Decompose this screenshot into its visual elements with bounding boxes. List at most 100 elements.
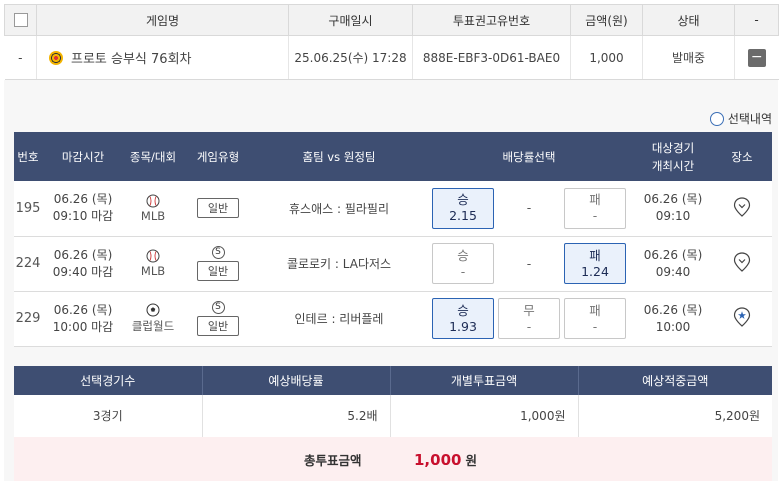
match-odds: 승 2.15 - 패-: [424, 181, 634, 237]
col-selected-count: 선택경기수: [14, 366, 202, 395]
match-sport: 클럽월드: [124, 291, 182, 347]
col-game-name: 게임명: [36, 4, 289, 36]
odd-draw-label: 무: [523, 302, 535, 318]
match-table-header: 번호 마감시간 종목/대회 게임유형 홈팀 vs 원정팀 배당률선택 대상경기 개…: [14, 132, 772, 181]
deadline-time: 09:10 마감: [52, 209, 114, 224]
match-sport: MLB: [124, 236, 182, 292]
deadline-date: 06.26 (목): [53, 247, 113, 262]
ticket-index: -: [4, 35, 37, 80]
col-deadline: 마감시간: [42, 132, 124, 181]
odd-draw-value: -: [526, 200, 532, 216]
col-target-time: 대상경기 개최시간: [634, 132, 712, 181]
proto-logo-icon: [49, 50, 63, 65]
match-no: 224: [14, 236, 42, 292]
match-row: 224 06.26 (목) 09:40 마감 MLB S 일반 콜로로키 : LA다…: [14, 236, 772, 292]
summary-header: 선택경기수 예상배당률 개별투표금액 예상적중금액: [14, 366, 772, 395]
odd-win-value: 1.93: [449, 318, 477, 334]
location-pin-star-icon[interactable]: [733, 307, 751, 327]
sport-label: MLB: [140, 208, 166, 223]
col-status: 상태: [642, 4, 735, 36]
ticket-purchase-time: 25.06.25(수) 17:28: [288, 35, 413, 80]
expected-payout: 5,200원: [577, 395, 772, 438]
summary-row: 3경기 5.2배 1,000원 5,200원: [14, 395, 772, 438]
odd-lose-label: 패: [589, 302, 601, 318]
odd-lose-value: 1.24: [581, 263, 609, 279]
ticket-detail-panel: 선택내역 번호 마감시간 종목/대회 게임유형 홈팀 vs 원정팀 배당률선택 …: [4, 80, 778, 481]
match-teams: 인테르 : 리버플레: [254, 291, 424, 347]
target-hour: 09:40: [655, 264, 691, 279]
col-target-line2: 개최시간: [651, 158, 695, 173]
ticket-row: - 프로토 승부식 76회차 25.06.25(수) 17:28 888E-EB…: [4, 35, 779, 80]
total-amount-value: 1,000: [414, 450, 462, 469]
deadline-time: 09:40 마감: [52, 264, 114, 279]
match-type: S 일반: [182, 291, 254, 347]
target-hour: 10:00: [655, 319, 691, 334]
match-row: 229 06.26 (목) 10:00 마감 클럽월드 S 일반 인테르 : 리버플…: [14, 291, 772, 347]
odd-win-button[interactable]: 승-: [432, 243, 494, 284]
odd-draw-empty: -: [498, 188, 560, 229]
col-bet-amount: 개별투표금액: [389, 366, 578, 395]
match-type: 일반: [182, 181, 254, 237]
match-deadline: 06.26 (목) 09:40 마감: [42, 236, 124, 292]
odd-lose-button[interactable]: 패 1.24: [564, 243, 626, 284]
col-sport: 종목/대회: [124, 132, 182, 181]
odd-lose-value: -: [592, 208, 598, 224]
col-action: -: [734, 4, 779, 36]
ticket-amount: 1,000: [570, 35, 643, 80]
bet-amount: 1,000원: [389, 395, 578, 438]
odd-draw-value: -: [526, 255, 532, 271]
match-odds: 승- - 패 1.24: [424, 236, 634, 292]
col-venue: 장소: [712, 132, 772, 181]
game-type-badge: 일반: [196, 261, 240, 281]
collapse-button[interactable]: −: [747, 48, 766, 67]
match-row: 195 06.26 (목) 09:10 마감 MLB 일반 휴스애스 : 필라필리…: [14, 181, 772, 237]
col-expected-odds: 예상배당률: [201, 366, 390, 395]
target-hour: 09:10: [655, 209, 691, 224]
odd-draw-value: -: [526, 318, 532, 334]
deadline-date: 06.26 (목): [53, 302, 113, 317]
odd-win-button[interactable]: 승 2.15: [432, 187, 494, 229]
location-pin-icon[interactable]: [733, 252, 751, 272]
odd-lose-button[interactable]: 패-: [564, 298, 626, 339]
match-deadline: 06.26 (목) 10:00 마감: [42, 291, 124, 347]
col-no: 번호: [14, 132, 42, 181]
match-teams: 콜로로키 : LA다저스: [254, 236, 424, 292]
soccer-ball-icon: [146, 303, 160, 317]
total-bet-row: 총투표금액 1,000 원: [14, 437, 772, 481]
match-target-time: 06.26 (목) 09:40: [634, 236, 712, 292]
odd-win-value: 2.15: [449, 208, 477, 224]
total-bet-amount: 1,000 원: [414, 450, 477, 469]
match-venue: [712, 236, 772, 292]
game-type-badge: 일반: [196, 198, 240, 219]
odd-lose-button[interactable]: 패-: [564, 187, 626, 229]
match-odds: 승 1.93 무- 패-: [424, 291, 634, 347]
target-date: 06.26 (목): [643, 302, 703, 317]
game-type-badge: 일반: [196, 316, 240, 336]
col-expected-payout: 예상적중금액: [577, 366, 772, 395]
location-pin-icon[interactable]: [733, 197, 751, 217]
odd-lose-label: 패: [589, 247, 601, 263]
ticket-table: 게임명 구매일시 투표권고유번호 금액(원) 상태 - - 프로토 승부식 76…: [4, 4, 779, 80]
odd-win-value: -: [460, 263, 466, 279]
odd-draw-button[interactable]: 무-: [498, 298, 560, 339]
selected-count: 3경기: [14, 395, 202, 438]
radio-circle-icon[interactable]: [709, 111, 724, 126]
odd-win-label: 승: [457, 302, 469, 318]
select-history-label: 선택내역: [727, 112, 772, 126]
odd-win-button[interactable]: 승 1.93: [432, 298, 494, 339]
col-ticket-id: 투표권고유번호: [412, 4, 571, 36]
target-date: 06.26 (목): [643, 247, 703, 262]
game-name-text: 프로토 승부식 76회차: [71, 52, 192, 67]
select-all-checkbox[interactable]: [4, 4, 37, 36]
match-teams: 휴스애스 : 필라필리: [254, 181, 424, 237]
odd-lose-value: -: [592, 318, 598, 334]
match-target-time: 06.26 (목) 09:10: [634, 181, 712, 237]
baseball-icon: [146, 249, 160, 263]
match-no: 195: [14, 181, 42, 237]
ticket-action-cell: −: [734, 35, 779, 80]
summary-table: 선택경기수 예상배당률 개별투표금액 예상적중금액 3경기 5.2배 1,000…: [14, 366, 772, 438]
match-type: S 일반: [182, 236, 254, 292]
select-history-toggle[interactable]: 선택내역: [709, 110, 772, 127]
target-date: 06.26 (목): [643, 192, 703, 207]
sport-label: MLB: [140, 264, 166, 278]
